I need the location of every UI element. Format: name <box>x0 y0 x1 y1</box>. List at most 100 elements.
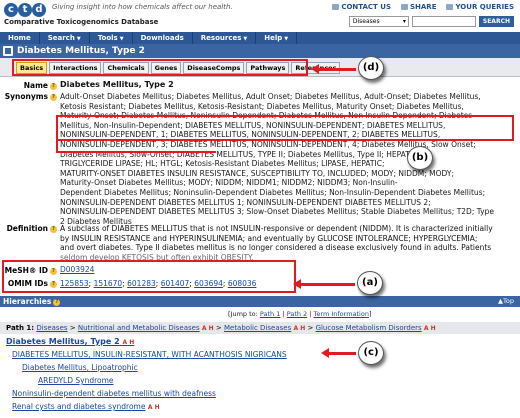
badge-a-h[interactable]: A H <box>202 325 214 332</box>
help-icon[interactable]: ? <box>50 281 57 288</box>
omim-id-link[interactable]: 603694 <box>194 279 223 288</box>
child-label[interactable]: Noninsulin-dependent diabetes mellitus w… <box>12 389 216 398</box>
database-name: Comparative Toxicogenomics Database <box>4 18 159 26</box>
label-text: Definition <box>6 224 48 233</box>
main-nav: Home Search ▼ Tools ▼ Downloads Resources ▼… <box>0 32 520 44</box>
badge-h: H <box>208 325 214 332</box>
nav-help[interactable]: Help ▼ <box>256 32 298 44</box>
label-text: OMIM IDs <box>7 279 48 288</box>
help-icon[interactable]: ? <box>53 299 61 306</box>
omim-id-link[interactable]: 608036 <box>228 279 257 288</box>
annotation-box-b-tail <box>56 140 216 153</box>
jump-path-1[interactable]: Path 1 <box>260 310 280 318</box>
badge-a-h[interactable]: A H <box>424 325 436 332</box>
term-label: Diabetes Mellitus, Type 2 <box>6 337 120 346</box>
breadcrumb-link[interactable]: Nutritional and Metabolic Diseases <box>78 324 200 332</box>
search-input[interactable] <box>411 16 476 27</box>
nav-resources[interactable]: Resources ▼ <box>193 32 257 44</box>
nav-search[interactable]: Search ▼ <box>40 32 90 44</box>
contact-link[interactable]: CONTACT US <box>332 3 391 11</box>
search-scope-select[interactable]: Diseases <box>348 16 409 27</box>
hierarchy-child[interactable]: Diabetes Mellitus, Lipoatrophic <box>22 363 138 372</box>
definition-line: by INSULIN RESISTANCE and HYPERINSULINEM… <box>60 233 478 243</box>
definition-text: A subclass of DIABETES MELLITUS that is … <box>60 224 515 262</box>
share-link[interactable]: SHARE <box>400 3 436 11</box>
queries-link[interactable]: YOUR QUERIES <box>446 3 514 11</box>
definition-label: Definition? <box>0 224 57 233</box>
hierarchy-child[interactable]: Noninsulin-dependent diabetes mellitus w… <box>12 389 216 398</box>
breadcrumb-link[interactable]: Diseases <box>36 324 67 332</box>
mesh-id-link[interactable]: D003924 <box>60 265 94 274</box>
annotation-arrow-a <box>293 279 355 289</box>
hierarchy-current-term[interactable]: Diabetes Mellitus, Type 2 A H <box>6 337 134 346</box>
nav-label: Downloads <box>140 34 184 42</box>
synonym-line: Dependent Diabetes Mellitus; Noninsulin-… <box>60 187 486 197</box>
nav-downloads[interactable]: Downloads <box>133 32 193 44</box>
chevron-down-icon: ▼ <box>76 36 81 42</box>
logo-letter: d <box>32 3 46 17</box>
badge-a: A <box>201 325 207 332</box>
nav-label: Search <box>47 34 75 42</box>
child-label[interactable]: Diabetes Mellitus, Lipoatrophic <box>22 363 138 372</box>
child-label[interactable]: Renal cysts and diabetes syndrome <box>12 402 145 411</box>
basics-panel: Name? Diabetes Mellitus, Type 2 Synonyms… <box>0 78 520 294</box>
hierarchies-bar: Hierarchies? ▲Top <box>0 296 520 307</box>
help-icon[interactable]: ? <box>50 226 57 233</box>
nav-label: Tools <box>97 34 118 42</box>
nav-tools[interactable]: Tools ▼ <box>90 32 133 44</box>
jump-term-info[interactable]: Term Information <box>314 310 369 318</box>
jump-path-2[interactable]: Path 2 <box>287 310 307 318</box>
hierarchy-grandchild[interactable]: AREDYLD Syndrome <box>38 376 114 385</box>
omim-id-link[interactable]: 601407 <box>161 279 190 288</box>
chevron-down-icon: ▼ <box>119 36 124 42</box>
tagline: Giving insight into how chemicals affect… <box>52 3 233 11</box>
jump-prefix: [Jump to: <box>228 310 258 318</box>
annotation-box-d <box>12 59 308 76</box>
share-icon <box>400 4 408 10</box>
breadcrumb-link[interactable]: Metabolic Diseases <box>224 324 291 332</box>
label-text: Synonyms <box>4 92 48 101</box>
badge-h: H <box>430 325 436 332</box>
ctd-logo[interactable]: c t d <box>4 2 48 18</box>
omim-id-link[interactable]: 151670 <box>94 279 123 288</box>
breadcrumb-link[interactable]: Glucose Metabolism Disorders <box>316 324 422 332</box>
page-title: Diabetes Mellitus, Type 2 <box>17 46 145 56</box>
help-icon[interactable]: ? <box>50 94 57 101</box>
help-icon[interactable]: ? <box>50 83 57 90</box>
hierarchy-child[interactable]: Renal cysts and diabetes syndrome A H <box>12 402 160 411</box>
synonym-line: Maturity-Onset Diabetes Mellitus; MODY; … <box>60 178 398 188</box>
synonym-line: Ketosis Resistant; Diabetes Mellitus, Ke… <box>60 101 464 111</box>
mesh-id[interactable]: D003924 <box>60 265 94 274</box>
synonym-line: TRIGLYCERIDE LIPASE; HL; HTGL; Ketosis-R… <box>60 159 385 169</box>
help-icon[interactable]: ? <box>50 268 57 275</box>
top-links: CONTACT US SHARE YOUR QUERIES <box>332 3 514 11</box>
child-label[interactable]: AREDYLD Syndrome <box>38 376 114 385</box>
name-label: Name? <box>0 81 57 90</box>
contact-label: CONTACT US <box>341 3 391 11</box>
badge-a-h[interactable]: A H <box>122 339 134 346</box>
omim-id-link[interactable]: 601283 <box>127 279 156 288</box>
child-label[interactable]: DIABETES MELLITUS, INSULIN-RESISTANT, WI… <box>12 350 287 359</box>
nav-label: Home <box>8 34 31 42</box>
tab-row: Basics Interactions Chemicals Genes Dise… <box>0 58 520 77</box>
badge-h: H <box>300 325 306 332</box>
badge-a: A <box>423 325 429 332</box>
definition-line: A subclass of DIABETES MELLITUS that is … <box>60 224 493 233</box>
bookmark-icon <box>446 4 454 10</box>
badge-a: A <box>147 404 153 411</box>
nav-home[interactable]: Home <box>0 32 40 44</box>
hierarchy-child[interactable]: DIABETES MELLITUS, INSULIN-RESISTANT, WI… <box>12 350 287 359</box>
path-1-breadcrumb: Path 1: Diseases > Nutritional and Metab… <box>0 322 520 334</box>
top-label: Top <box>503 297 514 305</box>
badge-a-h[interactable]: A H <box>148 404 160 411</box>
top-link[interactable]: ▲Top <box>498 296 514 307</box>
hierarchies-title: Hierarchies? <box>3 296 61 307</box>
mesh-label: MeSH® ID? <box>0 266 57 275</box>
badge-a-h[interactable]: A H <box>293 325 305 332</box>
nav-label: Help <box>264 34 283 42</box>
search-button[interactable]: SEARCH <box>478 16 514 27</box>
disease-name: Diabetes Mellitus, Type 2 <box>60 80 174 89</box>
label-text: MeSH® ID <box>4 266 48 275</box>
omim-id-link[interactable]: 125853 <box>60 279 89 288</box>
callout-a: (a) <box>357 271 383 295</box>
